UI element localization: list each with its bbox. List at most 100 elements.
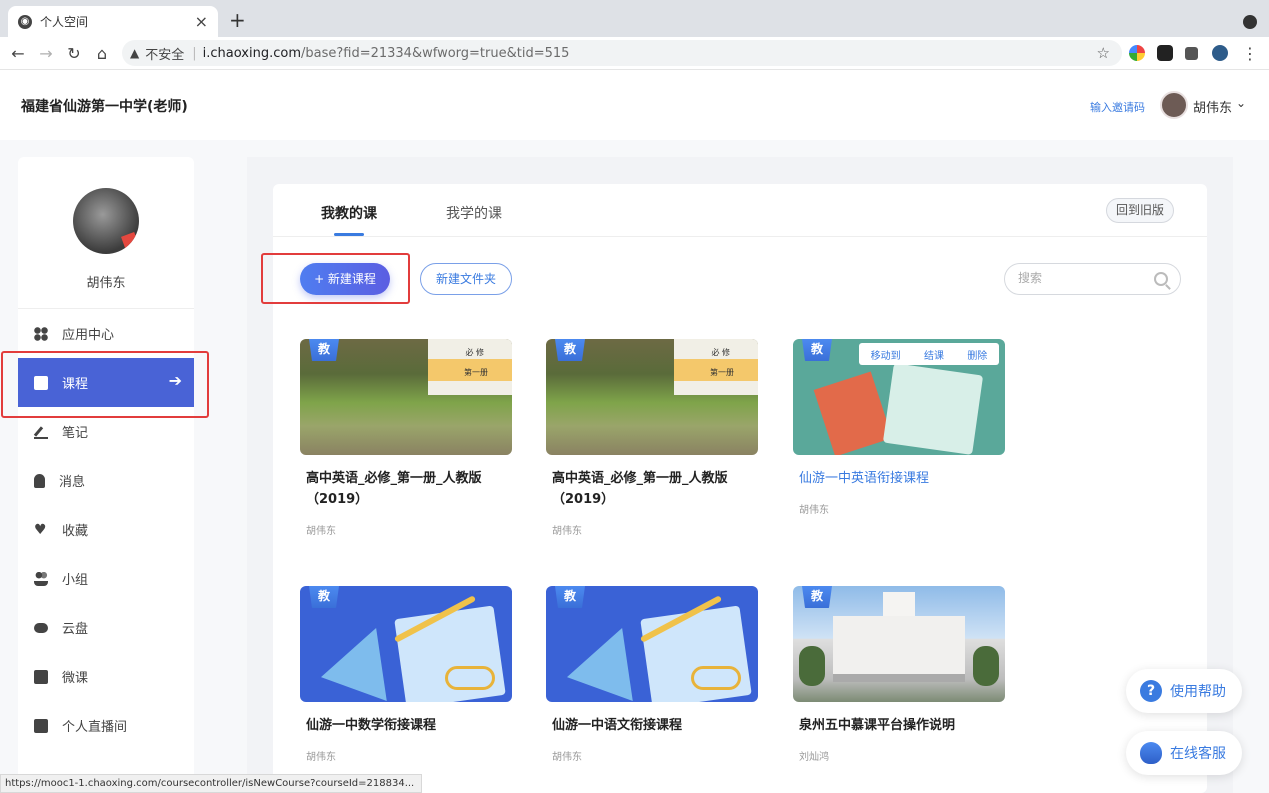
course-author: 胡伟东 [306,526,336,537]
course-thumbnail[interactable]: 必 修 第一册 教 [300,339,512,455]
bell-icon [34,473,45,488]
course-title[interactable]: 高中英语_必修_第一册_人教版（2019） [300,468,512,510]
tab-title: 个人空间 [40,15,89,29]
sidebar-user-name: 胡伟东 [86,276,126,291]
customer-service-icon [1140,742,1162,764]
teacher-badge: 教 [555,339,585,361]
course-thumbnail[interactable]: 必 修 第一册 教 [546,339,758,455]
home-button[interactable]: ⌂ [88,44,116,63]
sidebar-item-micro-lesson[interactable]: 微课 [18,652,194,701]
new-folder-button[interactable]: 新建文件夹 [420,263,512,295]
sidebar-item-messages[interactable]: 消息 [18,456,194,505]
delete-button[interactable]: 删除 [967,347,987,362]
search-input[interactable] [1018,271,1148,285]
course-card[interactable]: 教 泉州五中慕课平台操作说明 刘灿鸿 [793,586,1005,763]
move-to-button[interactable]: 移动到 [871,347,901,362]
course-thumbnail[interactable]: 教 [546,586,758,702]
help-label: 使用帮助 [1170,684,1226,700]
sidebar-item-label: 应用中心 [62,328,115,343]
reload-button[interactable]: ↻ [60,44,88,63]
tree-illustration [973,646,999,686]
browser-menu-dot-icon[interactable] [1243,15,1257,29]
browser-tab[interactable]: ◉ 个人空间 × [8,6,218,37]
search-box [1004,263,1181,295]
course-author: 胡伟东 [306,752,336,763]
online-service-button[interactable]: 在线客服 [1126,731,1242,775]
course-card[interactable]: 教 仙游一中数学衔接课程 胡伟东 [300,586,512,763]
extension-color-icon[interactable] [1129,45,1145,61]
course-title[interactable]: 泉州五中慕课平台操作说明 [793,715,1005,736]
course-author: 刘灿鸿 [799,752,829,763]
question-icon: ? [1140,680,1162,702]
glasses-illustration [445,666,495,690]
service-label: 在线客服 [1170,746,1226,762]
sidebar-item-live[interactable]: 个人直播间 [18,701,194,750]
sidebar-item-label: 小组 [62,573,89,588]
new-tab-button[interactable]: + [229,9,246,31]
back-button[interactable]: ← [4,44,32,63]
sidebar-item-cloud[interactable]: 云盘 [18,603,194,652]
bookmark-star-icon[interactable]: ☆ [1097,44,1110,62]
course-card[interactable]: 必 修 第一册 教 高中英语_必修_第一册_人教版（2019） 胡伟东 [300,339,512,537]
course-thumbnail[interactable]: 教 [793,586,1005,702]
tab-learning[interactable]: 我学的课 [446,203,502,223]
micro-lesson-icon [34,669,48,684]
tab-teaching[interactable]: 我教的课 [321,203,377,223]
sidebar-item-label: 收藏 [62,524,89,539]
sidebar-avatar[interactable] [73,188,139,254]
highlight-box-new-course [261,253,410,304]
course-title[interactable]: 仙游一中英语衔接课程 [793,468,1005,489]
tab-close-button[interactable]: × [195,12,208,31]
course-title[interactable]: 仙游一中语文衔接课程 [546,715,758,736]
course-thumbnail[interactable]: 教 [300,586,512,702]
finish-course-button[interactable]: 结课 [924,347,944,362]
building-illustration [833,616,965,682]
profile-avatar-icon[interactable] [1212,45,1228,61]
teacher-badge: 教 [802,339,832,361]
group-icon [34,571,48,586]
course-author: 胡伟东 [799,505,829,516]
site-header: 福建省仙游第一中学(老师) 输入邀请码 胡伟东 ⌄ [0,70,1269,140]
sidebar-item-label: 笔记 [62,426,89,441]
note-icon [34,425,48,439]
book-text: 第一册 [710,368,734,377]
sidebar-item-label: 个人直播间 [62,720,128,735]
course-thumbnail[interactable]: 教 移动到 结课 删除 [793,339,1005,455]
insecure-label: 不安全 [145,47,185,63]
globe-icon: ◉ [18,14,32,29]
sidebar-item-label: 微课 [62,671,89,686]
teacher-badge: 教 [309,586,339,608]
sidebar-item-groups[interactable]: 小组 [18,554,194,603]
course-panel: 我教的课 我学的课 回到旧版 + 新建课程 新建文件夹 必 修 第一册 教 高中… [273,184,1207,793]
header-user-name[interactable]: 胡伟东 [1193,97,1232,116]
course-card[interactable]: 教 仙游一中语文衔接课程 胡伟东 [546,586,758,763]
heart-icon: ♥ [34,521,47,538]
apps-icon [34,326,48,341]
forward-button[interactable]: → [32,44,60,63]
glasses-illustration [691,666,741,690]
search-icon[interactable] [1154,272,1168,286]
extension-mask-icon[interactable] [1157,45,1173,61]
highlight-box-course [1,351,209,418]
help-button[interactable]: ? 使用帮助 [1126,669,1242,713]
course-title[interactable]: 仙游一中数学衔接课程 [300,715,512,736]
sidebar-item-favorites[interactable]: ♥ 收藏 [18,505,194,554]
cloud-icon [34,622,48,633]
book-text: 必 修 [711,348,730,357]
course-title[interactable]: 高中英语_必修_第一册_人教版（2019） [546,468,758,510]
course-card[interactable]: 必 修 第一册 教 高中英语_必修_第一册_人教版（2019） 胡伟东 [546,339,758,537]
invite-code-link[interactable]: 输入邀请码 [1090,99,1145,115]
old-version-button[interactable]: 回到旧版 [1106,198,1174,223]
live-icon [34,718,48,733]
book-text: 第一册 [464,368,488,377]
extensions-puzzle-icon[interactable] [1185,47,1198,60]
browser-toolbar: ← → ↻ ⌂ ▲ 不安全 | i.chaoxing.com /base?fid… [0,37,1269,70]
course-card[interactable]: 教 移动到 结课 删除 仙游一中英语衔接课程 胡伟东 [793,339,1005,516]
book-text: 必 修 [465,348,484,357]
teacher-badge: 教 [802,586,832,608]
address-bar[interactable]: ▲ 不安全 | i.chaoxing.com /base?fid=21334&w… [122,40,1122,66]
chevron-down-icon[interactable]: ⌄ [1236,96,1246,110]
avatar[interactable] [1160,91,1188,119]
sidebar-item-label: 消息 [59,475,86,490]
browser-menu-icon[interactable]: ⋮ [1236,44,1264,63]
